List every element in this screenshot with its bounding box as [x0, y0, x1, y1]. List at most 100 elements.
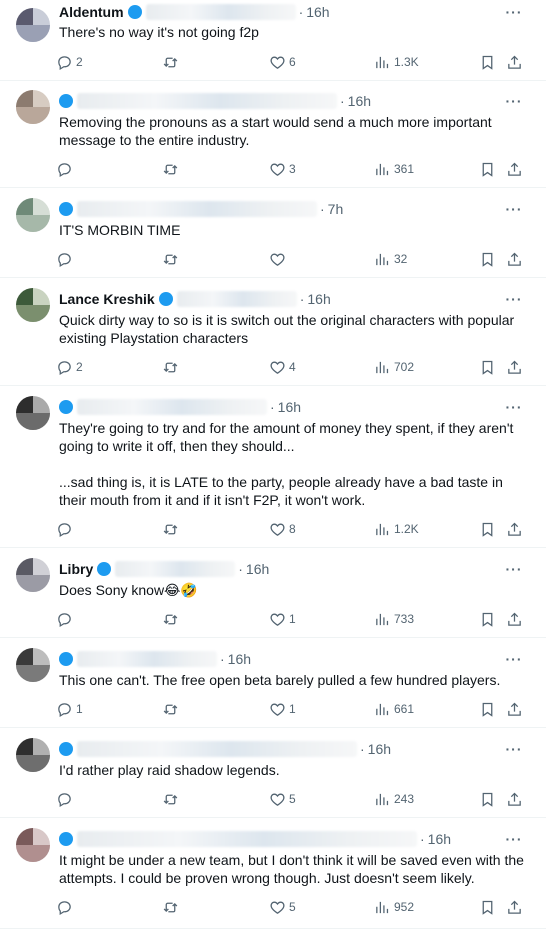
author-name[interactable]: Lance Kreshik: [59, 291, 155, 307]
views-button[interactable]: 361: [374, 159, 414, 179]
more-icon[interactable]: ···: [506, 4, 522, 20]
retweet-button[interactable]: [162, 789, 182, 809]
action-bar: 32: [56, 249, 532, 269]
timestamp[interactable]: 7h: [328, 201, 344, 217]
reply-button[interactable]: [56, 159, 76, 179]
retweet-icon: [162, 791, 179, 808]
retweet-button[interactable]: [162, 52, 182, 72]
action-bar: 5 952: [56, 897, 532, 917]
share-icon: [506, 251, 523, 268]
like-button[interactable]: 8: [269, 519, 296, 539]
views-button[interactable]: 1.3K: [374, 52, 419, 72]
avatar[interactable]: [16, 8, 50, 42]
like-button[interactable]: 1: [269, 699, 296, 719]
retweet-button[interactable]: [162, 519, 182, 539]
timestamp[interactable]: 16h: [307, 291, 330, 307]
views-button[interactable]: 952: [374, 897, 414, 917]
share-button[interactable]: [506, 159, 523, 179]
views-icon: [374, 54, 391, 71]
retweet-button[interactable]: [162, 159, 182, 179]
author-name[interactable]: Aldentum: [59, 4, 124, 20]
more-icon[interactable]: ···: [506, 651, 522, 667]
like-button[interactable]: 4: [269, 357, 296, 377]
like-button[interactable]: 6: [269, 52, 296, 72]
bookmark-button[interactable]: [479, 519, 496, 539]
views-button[interactable]: 1.2K: [374, 519, 419, 539]
verified-badge-icon: [59, 94, 73, 108]
reply-text: Does Sony know😂🤣: [59, 582, 198, 598]
share-button[interactable]: [506, 897, 523, 917]
bookmark-button[interactable]: [479, 52, 496, 72]
replies-count: 2: [76, 360, 83, 374]
like-button[interactable]: 5: [269, 897, 296, 917]
reply-button[interactable]: [56, 519, 76, 539]
views-button[interactable]: 661: [374, 699, 414, 719]
bookmark-button[interactable]: [479, 357, 496, 377]
avatar[interactable]: [16, 648, 50, 682]
reply-text: I'd rather play raid shadow legends.: [59, 762, 280, 778]
action-bar: 2 6 1.3K: [56, 52, 532, 72]
views-button[interactable]: 733: [374, 609, 414, 629]
reply-button[interactable]: 1: [56, 699, 83, 719]
bookmark-button[interactable]: [479, 789, 496, 809]
views-button[interactable]: 32: [374, 249, 407, 269]
retweet-button[interactable]: [162, 249, 182, 269]
bookmark-button[interactable]: [479, 159, 496, 179]
views-button[interactable]: 702: [374, 357, 414, 377]
share-button[interactable]: [506, 699, 523, 719]
avatar[interactable]: [16, 738, 50, 772]
like-button[interactable]: 3: [269, 159, 296, 179]
author-name[interactable]: Libry: [59, 561, 93, 577]
reply-button[interactable]: [56, 789, 76, 809]
more-icon[interactable]: ···: [506, 291, 522, 307]
more-icon[interactable]: ···: [506, 831, 522, 847]
bookmark-button[interactable]: [479, 699, 496, 719]
avatar[interactable]: [16, 198, 50, 232]
share-button[interactable]: [506, 519, 523, 539]
reply-button[interactable]: 2: [56, 52, 83, 72]
more-icon[interactable]: ···: [506, 93, 522, 109]
reply-icon: [56, 521, 73, 538]
timestamp[interactable]: 16h: [246, 561, 269, 577]
avatar[interactable]: [16, 396, 50, 430]
retweet-button[interactable]: [162, 699, 182, 719]
timestamp[interactable]: 16h: [228, 651, 251, 667]
more-icon[interactable]: ···: [506, 201, 522, 217]
timestamp[interactable]: 16h: [278, 399, 301, 415]
reply-item: · 16h ··· It might be under a new team, but…: [0, 818, 546, 929]
avatar[interactable]: [16, 828, 50, 862]
bookmark-button[interactable]: [479, 609, 496, 629]
like-button[interactable]: 1: [269, 609, 296, 629]
bookmark-button[interactable]: [479, 249, 496, 269]
reply-button[interactable]: [56, 897, 76, 917]
share-button[interactable]: [506, 609, 523, 629]
avatar[interactable]: [16, 558, 50, 592]
timestamp[interactable]: 16h: [368, 741, 391, 757]
views-icon: [374, 899, 391, 916]
like-button[interactable]: [269, 249, 289, 269]
share-button[interactable]: [506, 357, 523, 377]
bookmark-icon: [479, 521, 496, 538]
reply-button[interactable]: 2: [56, 357, 83, 377]
reply-button[interactable]: [56, 249, 76, 269]
retweet-button[interactable]: [162, 609, 182, 629]
share-button[interactable]: [506, 52, 523, 72]
bookmark-button[interactable]: [479, 897, 496, 917]
action-bar: 3 361: [56, 159, 532, 179]
avatar[interactable]: [16, 288, 50, 322]
more-icon[interactable]: ···: [506, 741, 522, 757]
retweet-button[interactable]: [162, 357, 182, 377]
views-button[interactable]: 243: [374, 789, 414, 809]
retweet-button[interactable]: [162, 897, 182, 917]
more-icon[interactable]: ···: [506, 561, 522, 577]
timestamp[interactable]: 16h: [428, 831, 451, 847]
timestamp[interactable]: 16h: [306, 4, 329, 20]
verified-badge-icon: [59, 400, 73, 414]
share-button[interactable]: [506, 789, 523, 809]
more-icon[interactable]: ···: [506, 399, 522, 415]
like-button[interactable]: 5: [269, 789, 296, 809]
timestamp[interactable]: 16h: [348, 93, 371, 109]
reply-button[interactable]: [56, 609, 76, 629]
share-button[interactable]: [506, 249, 523, 269]
avatar[interactable]: [16, 90, 50, 124]
